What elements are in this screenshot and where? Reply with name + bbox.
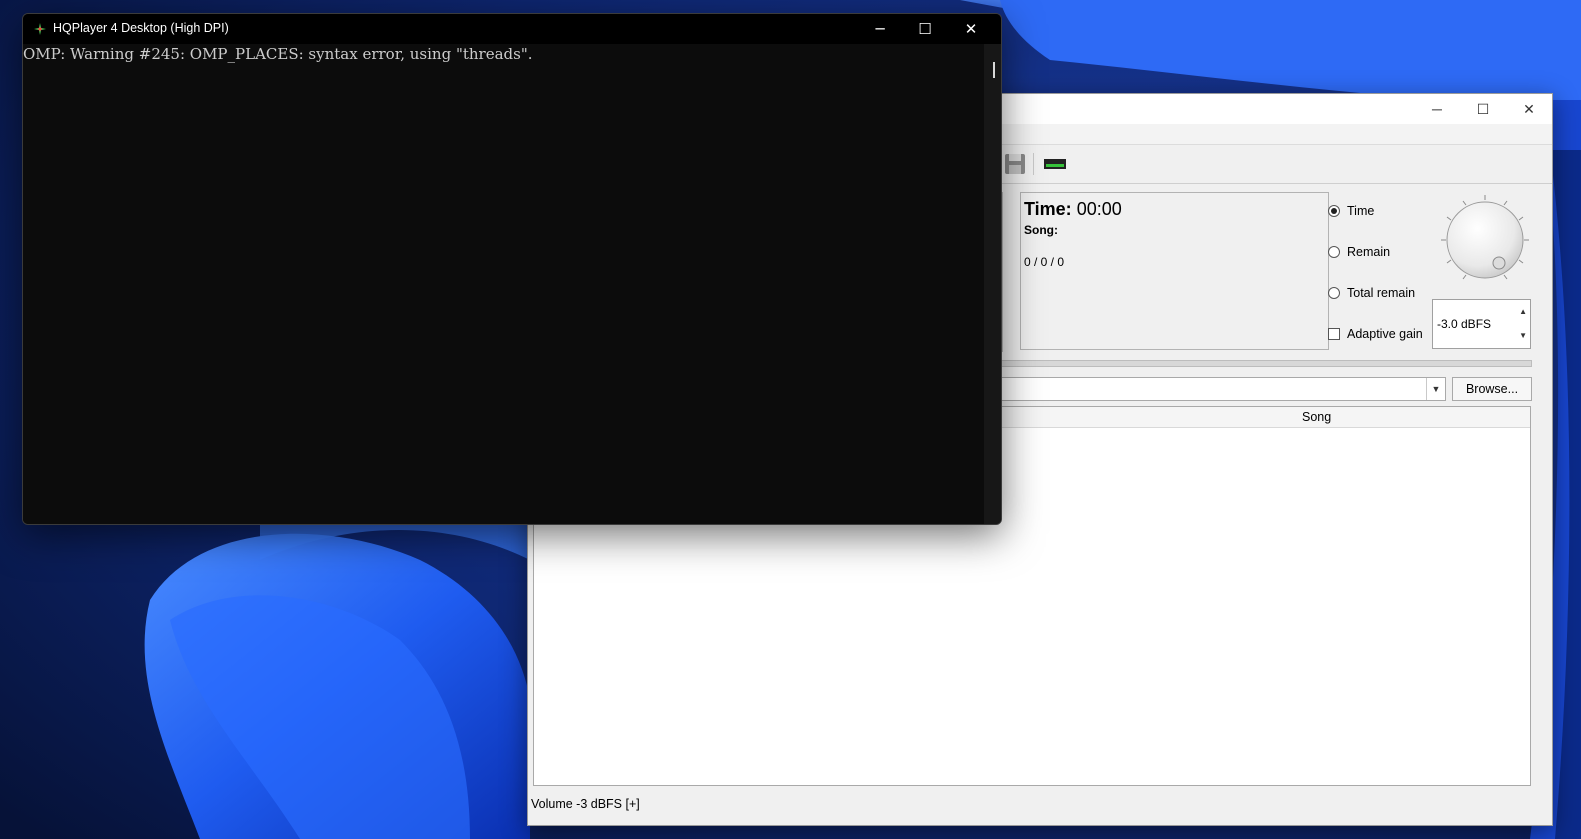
console-scrollbar[interactable] [984,44,1001,524]
radio-time-label: Time [1347,204,1375,218]
radio-remain[interactable]: Remain [1328,245,1390,259]
radio-total-remain-dot[interactable] [1328,287,1340,299]
main-maximize-button[interactable]: ☐ [1460,94,1506,124]
main-close-button[interactable]: ✕ [1506,94,1552,124]
song-label: Song: [1024,223,1058,237]
console-window: HQPlayer 4 Desktop (High DPI) ─ ☐ ✕ OMP:… [22,13,1002,525]
spin-up-arrow-icon[interactable]: ▲ [1519,307,1527,316]
chevron-down-icon[interactable]: ▼ [1426,378,1445,400]
console-output-line: OMP: Warning #245: OMP_PLACES: syntax er… [23,45,533,63]
radio-total-remain-label: Total remain [1347,286,1416,300]
save-icon[interactable] [1002,151,1028,177]
knob-icon[interactable] [1437,192,1533,288]
adaptive-gain-label: Adaptive gain [1347,327,1423,341]
console-scroll-thumb[interactable] [993,62,995,78]
console-minimize-button[interactable]: ─ [857,14,903,44]
spin-down-arrow-icon[interactable]: ▼ [1519,331,1527,340]
browse-button[interactable]: Browse... [1452,377,1532,401]
toolbar-separator [1033,153,1034,175]
volume-knob[interactable] [1437,192,1533,288]
track-counter: 0 / 0 / 0 [1024,255,1065,269]
console-maximize-button[interactable]: ☐ [902,14,948,44]
adaptive-gain-checkbox[interactable]: Adaptive gain [1328,327,1423,341]
radio-time[interactable]: Time [1328,204,1374,218]
radio-total-remain[interactable]: Total remain [1328,286,1415,300]
radio-remain-dot[interactable] [1328,246,1340,258]
adaptive-gain-box[interactable] [1328,328,1340,340]
device-icon[interactable] [1042,151,1068,177]
volume-spinbox[interactable]: -3.0 dBFS ▲ ▼ [1432,299,1531,349]
time-label: Time: [1024,199,1072,219]
app-icon [34,23,46,35]
console-output-area[interactable]: OMP: Warning #245: OMP_PLACES: syntax er… [23,44,1001,524]
radio-time-dot[interactable] [1328,205,1340,217]
console-close-button[interactable]: ✕ [948,14,994,44]
time-display: Time: 00:00 [1024,199,1122,220]
status-bar-volume: Volume -3 dBFS [+] [531,797,640,811]
column-header-song[interactable]: Song [1302,410,1331,424]
console-title-bar: HQPlayer 4 Desktop (High DPI) ─ ☐ ✕ [23,14,1001,44]
main-minimize-button[interactable]: ─ [1414,94,1460,124]
track-info-panel: Time: 00:00 Song: 0 / 0 / 0 [1020,192,1329,350]
volume-spin-value[interactable]: -3.0 dBFS [1437,317,1491,331]
console-title: HQPlayer 4 Desktop (High DPI) [53,21,229,35]
time-value: 00:00 [1076,199,1122,219]
radio-remain-label: Remain [1347,245,1391,259]
